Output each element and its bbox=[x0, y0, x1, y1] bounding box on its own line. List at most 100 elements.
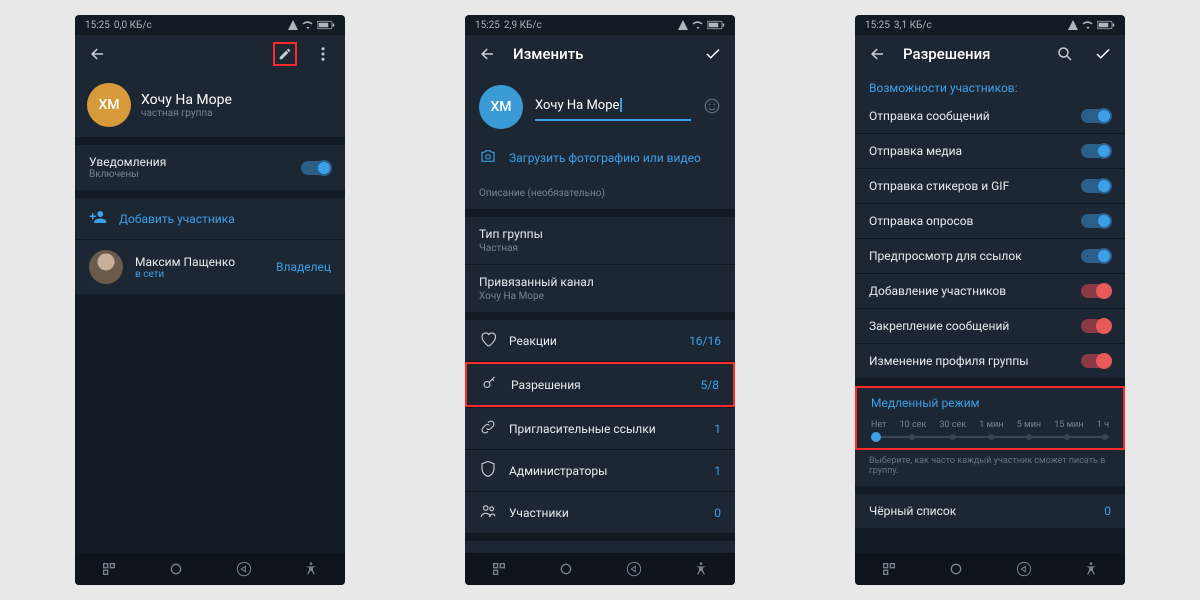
linked-channel-row[interactable]: Привязанный канал Хочу На Море bbox=[465, 265, 735, 312]
shield-icon bbox=[479, 460, 497, 481]
nav-back-icon[interactable] bbox=[626, 561, 642, 577]
android-nav bbox=[465, 553, 735, 585]
permissions-row[interactable]: Разрешения 5/8 bbox=[465, 362, 735, 407]
capabilities-header: Возможности участников: bbox=[855, 73, 1125, 99]
member-name: Максим Пащенко bbox=[135, 255, 264, 269]
status-net: 0,0 КБ/с bbox=[114, 20, 152, 31]
toggle[interactable] bbox=[1081, 354, 1111, 368]
description-row[interactable]: Описание (необязательно) bbox=[465, 178, 735, 209]
nav-recents-icon[interactable] bbox=[101, 561, 117, 577]
nav-home-icon[interactable] bbox=[948, 561, 964, 577]
slowmode-section: Медленный режим Нет 10 сек 30 сек 1 мин … bbox=[855, 386, 1125, 450]
group-type-label: Тип группы bbox=[479, 227, 543, 241]
status-bar: 15:25 0,0 КБ/с bbox=[75, 15, 345, 35]
members-label: Участники bbox=[509, 506, 702, 520]
description-placeholder: Описание (необязательно) bbox=[479, 188, 605, 199]
reactions-label: Реакции bbox=[509, 334, 677, 348]
confirm-icon[interactable] bbox=[701, 42, 725, 66]
group-name-edit-row: ХМ Хочу На Море bbox=[465, 73, 735, 137]
back-icon[interactable] bbox=[865, 42, 889, 66]
nav-accessibility-icon[interactable] bbox=[303, 561, 319, 577]
perm-pin-messages[interactable]: Закрепление сообщений bbox=[855, 309, 1125, 343]
group-name-input[interactable]: Хочу На Море bbox=[535, 94, 691, 121]
nav-accessibility-icon[interactable] bbox=[693, 561, 709, 577]
invite-links-row[interactable]: Пригласительные ссылки 1 bbox=[465, 408, 735, 449]
nav-recents-icon[interactable] bbox=[491, 561, 507, 577]
slider-thumb[interactable] bbox=[871, 432, 881, 442]
key-icon bbox=[481, 374, 499, 395]
group-name: Хочу На Море bbox=[141, 92, 232, 108]
screen-edit-group: 15:25 2,9 КБ/с Изменить ХМ Хочу На Море … bbox=[465, 15, 735, 585]
more-icon[interactable] bbox=[311, 42, 335, 66]
add-member-row[interactable]: Добавить участника bbox=[75, 198, 345, 239]
toggle[interactable] bbox=[1081, 319, 1111, 333]
nav-back-icon[interactable] bbox=[236, 561, 252, 577]
users-icon bbox=[479, 502, 497, 523]
admins-row[interactable]: Администраторы 1 bbox=[465, 450, 735, 491]
member-row[interactable]: Максим Пащенко в сети Владелец bbox=[75, 240, 345, 294]
notifications-toggle[interactable] bbox=[301, 161, 331, 175]
nav-home-icon[interactable] bbox=[168, 561, 184, 577]
toggle[interactable] bbox=[1081, 249, 1111, 263]
reactions-value: 16/16 bbox=[689, 334, 721, 348]
member-status: в сети bbox=[135, 269, 264, 280]
edit-icon[interactable] bbox=[273, 42, 297, 66]
perm-edit-profile[interactable]: Изменение профиля группы bbox=[855, 344, 1125, 378]
invite-value: 1 bbox=[714, 422, 721, 436]
toggle[interactable] bbox=[1081, 109, 1111, 123]
group-avatar[interactable]: ХМ bbox=[479, 85, 523, 129]
confirm-icon[interactable] bbox=[1091, 42, 1115, 66]
slowmode-hint: Выберите, как часто каждый участник смож… bbox=[855, 450, 1125, 486]
linked-channel-value: Хочу На Море bbox=[479, 291, 544, 302]
header bbox=[75, 35, 345, 73]
add-user-icon bbox=[89, 208, 107, 229]
header: Изменить bbox=[465, 35, 735, 73]
header-title: Разрешения bbox=[903, 45, 1039, 63]
nav-home-icon[interactable] bbox=[558, 561, 574, 577]
members-value: 0 bbox=[714, 506, 721, 520]
status-net: 3,1 КБ/с bbox=[894, 20, 932, 31]
status-icons bbox=[1067, 19, 1115, 31]
emoji-icon[interactable] bbox=[703, 97, 721, 118]
group-type: частная группа bbox=[141, 108, 232, 119]
toggle[interactable] bbox=[1081, 284, 1111, 298]
nav-accessibility-icon[interactable] bbox=[1083, 561, 1099, 577]
status-bar: 15:25 2,9 КБ/с bbox=[465, 15, 735, 35]
header-title: Изменить bbox=[513, 45, 687, 63]
upload-photo-row[interactable]: Загрузить фотографию или видео bbox=[465, 137, 735, 178]
perm-send-stickers[interactable]: Отправка стикеров и GIF bbox=[855, 169, 1125, 203]
members-row[interactable]: Участники 0 bbox=[465, 492, 735, 533]
permissions-value: 5/8 bbox=[701, 378, 719, 392]
reactions-row[interactable]: Реакции 16/16 bbox=[465, 320, 735, 361]
blacklist-label: Чёрный список bbox=[869, 504, 1092, 518]
screen-group-profile: 15:25 0,0 КБ/с ХМ Хочу На Море частная г… bbox=[75, 15, 345, 585]
slowmode-slider[interactable]: Нет 10 сек 30 сек 1 мин 5 мин 15 мин 1 ч bbox=[857, 414, 1123, 448]
invite-label: Пригласительные ссылки bbox=[509, 422, 702, 436]
admins-value: 1 bbox=[714, 464, 721, 478]
toggle[interactable] bbox=[1081, 214, 1111, 228]
group-type-value: Частная bbox=[479, 243, 518, 254]
search-icon[interactable] bbox=[1053, 42, 1077, 66]
back-icon[interactable] bbox=[475, 42, 499, 66]
perm-add-members[interactable]: Добавление участников bbox=[855, 274, 1125, 308]
nav-back-icon[interactable] bbox=[1016, 561, 1032, 577]
status-icons bbox=[287, 19, 335, 31]
add-member-label: Добавить участника bbox=[119, 212, 235, 226]
back-icon[interactable] bbox=[85, 42, 109, 66]
group-type-row[interactable]: Тип группы Частная bbox=[465, 217, 735, 264]
perm-send-messages[interactable]: Отправка сообщений bbox=[855, 99, 1125, 133]
toggle[interactable] bbox=[1081, 144, 1111, 158]
group-avatar[interactable]: ХМ bbox=[87, 83, 131, 127]
toggle[interactable] bbox=[1081, 179, 1111, 193]
perm-send-polls[interactable]: Отправка опросов bbox=[855, 204, 1125, 238]
group-header: ХМ Хочу На Море частная группа bbox=[75, 73, 345, 137]
blacklist-row[interactable]: Чёрный список 0 bbox=[855, 494, 1125, 528]
perm-send-media[interactable]: Отправка медиа bbox=[855, 134, 1125, 168]
notifications-row[interactable]: Уведомления Включены bbox=[75, 145, 345, 190]
linked-channel-label: Привязанный канал bbox=[479, 275, 594, 289]
nav-recents-icon[interactable] bbox=[881, 561, 897, 577]
link-icon bbox=[479, 418, 497, 439]
status-icons bbox=[677, 19, 725, 31]
permissions-label: Разрешения bbox=[511, 378, 689, 392]
perm-link-preview[interactable]: Предпросмотр для ссылок bbox=[855, 239, 1125, 273]
